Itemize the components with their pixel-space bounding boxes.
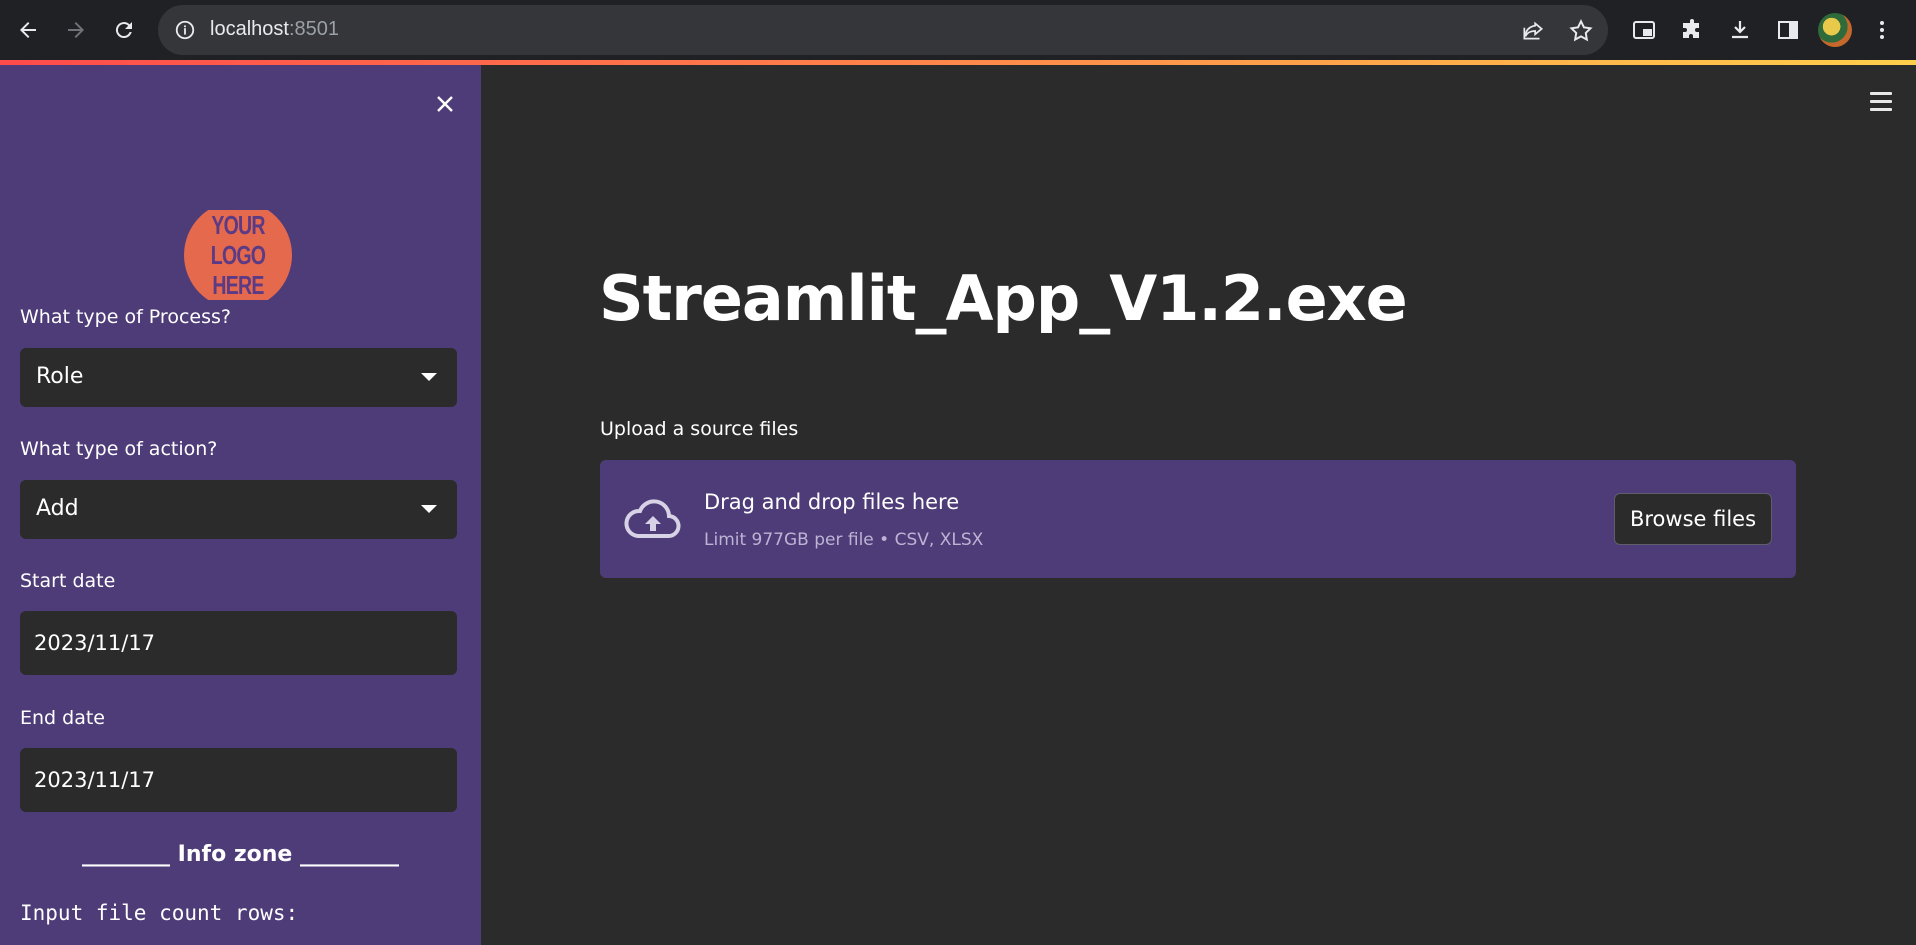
close-icon [437,96,453,112]
start-date-input[interactable]: 2023/11/17 [20,611,457,675]
process-select[interactable]: Role [20,348,457,407]
start-date-value: 2023/11/17 [34,631,156,655]
hamburger-icon [1870,91,1892,95]
url-text: localhost:8501 [210,18,339,41]
arrow-right-icon [68,22,84,38]
info-zone-heading: ________ Info zone _________ [81,842,399,867]
close-sidebar-button[interactable] [428,87,462,121]
logo: YOUR LOGO HERE [184,210,292,300]
browser-toolbar: localhost:8501 [0,0,1916,60]
end-date-input[interactable]: 2023/11/17 [20,748,457,812]
action-label: What type of action? [20,438,218,460]
download-icon[interactable] [1726,16,1754,44]
reload-button[interactable] [108,14,140,46]
back-button[interactable] [12,14,44,46]
dropzone-title: Drag and drop files here [704,490,960,514]
main-menu-button[interactable] [1864,86,1898,116]
action-select-value: Add [36,496,79,521]
file-dropzone[interactable]: Drag and drop files here Limit 977GB per… [600,460,1796,578]
info-icon[interactable] [174,19,196,41]
start-date-label: Start date [20,570,116,592]
end-date-value: 2023/11/17 [34,768,156,792]
picture-in-picture-icon[interactable] [1630,16,1658,44]
cloud-upload-icon [624,499,681,538]
hamburger-icon-bar [1870,107,1892,111]
caret-down-icon [421,373,437,381]
extensions-icon[interactable] [1678,16,1706,44]
star-icon[interactable] [1568,18,1594,44]
action-select[interactable]: Add [20,480,457,539]
address-bar[interactable]: localhost:8501 [158,5,1608,55]
forward-button[interactable] [60,14,92,46]
profile-avatar[interactable] [1818,13,1852,47]
logo-text: YOUR LOGO HERE [210,210,266,300]
process-select-value: Role [36,364,84,389]
browse-files-button[interactable]: Browse files [1614,493,1772,545]
sidebar: YOUR LOGO HERE What type of Process? Rol… [0,65,481,945]
side-panel-icon[interactable] [1774,16,1802,44]
page-title: Streamlit_App_V1.2.exe [599,262,1408,335]
hamburger-icon-bar [1870,99,1892,103]
process-label: What type of Process? [20,306,231,328]
reload-icon [115,22,132,39]
url-port: :8501 [288,18,339,40]
count-rows-text: Input file count rows: [20,901,299,925]
end-date-label: End date [20,707,105,729]
arrow-left-icon [20,22,36,38]
caret-down-icon [421,505,437,513]
upload-label: Upload a source files [600,418,799,440]
dropzone-limits: Limit 977GB per file • CSV, XLSX [704,530,984,550]
more-vert-icon[interactable] [1868,16,1896,44]
url-host: localhost [210,18,289,40]
share-icon[interactable] [1520,18,1546,44]
